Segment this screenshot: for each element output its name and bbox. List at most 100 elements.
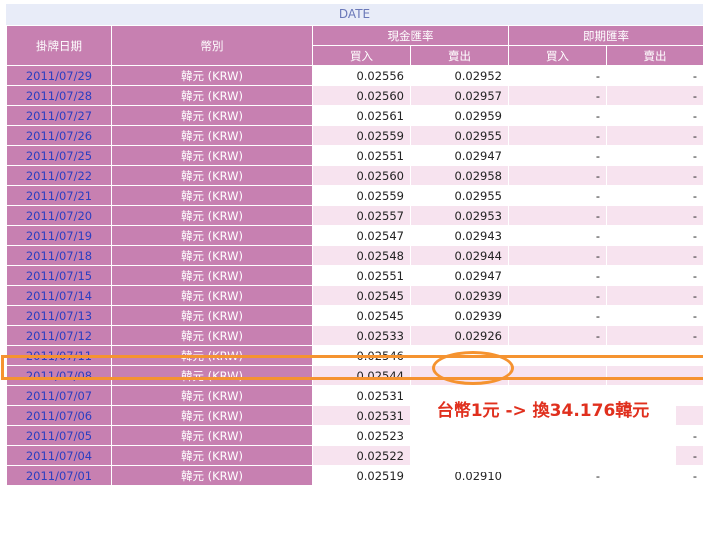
date-header-bar: DATE: [6, 4, 703, 25]
spot-sell-cell: -: [606, 145, 703, 166]
spot-sell-cell: -: [606, 105, 703, 126]
spot-sell-cell: -: [606, 245, 703, 266]
currency-cell: 韓元 (KRW): [111, 205, 313, 226]
table-row: 2011/07/26 韓元 (KRW) 0.02559 0.02955- -: [6, 125, 703, 146]
cash-buy-cell: 0.02560: [312, 85, 411, 106]
date-link[interactable]: 2011/07/27: [6, 105, 112, 126]
cash-sell-cell: 0.02953: [410, 205, 509, 226]
currency-cell: 韓元 (KRW): [111, 385, 313, 406]
spot-sell-cell: -: [606, 265, 703, 286]
spot-sell-cell: -: [606, 325, 703, 346]
col-header-spot-buy: 買入: [508, 45, 607, 66]
table-row: 2011/07/08 韓元 (KRW) 0.02544: [6, 365, 703, 386]
cash-buy-cell: 0.02544: [312, 365, 411, 386]
spot-sell-cell: -: [606, 205, 703, 226]
date-link[interactable]: 2011/07/29: [6, 65, 112, 86]
date-link[interactable]: 2011/07/04: [6, 445, 112, 466]
cash-sell-cell: 0.02958: [410, 165, 509, 186]
date-link[interactable]: 2011/07/07: [6, 385, 112, 406]
table-row: 2011/07/19 韓元 (KRW) 0.02547 0.02943- -: [6, 225, 703, 246]
currency-cell: 韓元 (KRW): [111, 305, 313, 326]
date-link[interactable]: 2011/07/22: [6, 165, 112, 186]
date-link[interactable]: 2011/07/28: [6, 85, 112, 106]
currency-cell: 韓元 (KRW): [111, 185, 313, 206]
cash-buy-cell: 0.02559: [312, 185, 411, 206]
cash-buy-cell: 0.02546: [312, 345, 411, 366]
spot-sell-cell: -: [606, 125, 703, 146]
table-row: 2011/07/13 韓元 (KRW) 0.02545 0.02939- -: [6, 305, 703, 326]
cash-sell-cell: 0.02939: [410, 285, 509, 306]
table-row: 2011/07/21 韓元 (KRW) 0.02559 0.02955- -: [6, 185, 703, 206]
spot-buy-cell: -: [508, 225, 607, 246]
spot-buy-cell: -: [508, 125, 607, 146]
spot-sell-cell: -: [606, 185, 703, 206]
spot-sell-cell: -: [606, 165, 703, 186]
cash-buy-cell: 0.02561: [312, 105, 411, 126]
cash-buy-cell: 0.02533: [312, 325, 411, 346]
spot-sell-cell: -: [606, 285, 703, 306]
currency-cell: 韓元 (KRW): [111, 425, 313, 446]
date-link[interactable]: 2011/07/19: [6, 225, 112, 246]
spot-buy-cell: [508, 345, 607, 366]
date-link[interactable]: 2011/07/14: [6, 285, 112, 306]
date-link[interactable]: 2011/07/15: [6, 265, 112, 286]
date-link[interactable]: 2011/07/25: [6, 145, 112, 166]
spot-buy-cell: -: [508, 325, 607, 346]
col-header-spot-sell: 賣出: [606, 45, 703, 66]
date-link[interactable]: 2011/07/26: [6, 125, 112, 146]
spot-buy-cell: -: [508, 245, 607, 266]
cash-buy-cell: 0.02522: [312, 445, 411, 466]
cash-buy-cell: 0.02557: [312, 205, 411, 226]
spot-buy-cell: -: [508, 85, 607, 106]
date-link[interactable]: 2011/07/21: [6, 185, 112, 206]
currency-cell: 韓元 (KRW): [111, 225, 313, 246]
cash-buy-cell: 0.02523: [312, 425, 411, 446]
col-header-cash-buy: 買入: [312, 45, 411, 66]
date-link[interactable]: 2011/07/20: [6, 205, 112, 226]
date-link[interactable]: 2011/07/18: [6, 245, 112, 266]
spot-sell-cell: -: [606, 65, 703, 86]
cash-sell-cell: 0.02947: [410, 265, 509, 286]
table-row: 2011/07/14 韓元 (KRW) 0.02545 0.02939- -: [6, 285, 703, 306]
exchange-rate-page: DATE 掛牌日期 幣別 現金匯率 即期匯率 買入 賣出 買入 賣出 2011/…: [0, 0, 703, 536]
spot-buy-cell: -: [508, 285, 607, 306]
spot-sell-cell: -: [606, 305, 703, 326]
cash-buy-cell: 0.02531: [312, 385, 411, 406]
date-link[interactable]: 2011/07/11: [6, 345, 112, 366]
date-link[interactable]: 2011/07/05: [6, 425, 112, 446]
date-link[interactable]: 2011/07/12: [6, 325, 112, 346]
cash-sell-cell: 0.02944: [410, 245, 509, 266]
table-row: 2011/07/20 韓元 (KRW) 0.02557 0.02953- -: [6, 205, 703, 226]
cash-sell-cell: 0.02955: [410, 125, 509, 146]
cash-sell-cell: 0.02947: [410, 145, 509, 166]
table-row: 2011/07/11 韓元 (KRW) 0.02546: [6, 345, 703, 366]
spot-buy-cell: -: [508, 165, 607, 186]
currency-cell: 韓元 (KRW): [111, 125, 313, 146]
spot-sell-cell: -: [606, 225, 703, 246]
currency-cell: 韓元 (KRW): [111, 465, 313, 486]
currency-cell: 韓元 (KRW): [111, 325, 313, 346]
cash-sell-cell: 0.02952: [410, 65, 509, 86]
cash-buy-cell: 0.02545: [312, 305, 411, 326]
table-row: 2011/07/25 韓元 (KRW) 0.02551 0.02947- -: [6, 145, 703, 166]
date-link[interactable]: 2011/07/01: [6, 465, 112, 486]
currency-cell: 韓元 (KRW): [111, 285, 313, 306]
cash-buy-cell: 0.02556: [312, 65, 411, 86]
currency-cell: 韓元 (KRW): [111, 265, 313, 286]
currency-cell: 韓元 (KRW): [111, 145, 313, 166]
currency-cell: 韓元 (KRW): [111, 445, 313, 466]
date-link[interactable]: 2011/07/13: [6, 305, 112, 326]
cash-sell-cell: 0.02939: [410, 305, 509, 326]
currency-cell: 韓元 (KRW): [111, 245, 313, 266]
currency-cell: 韓元 (KRW): [111, 65, 313, 86]
table-row: 2011/07/18 韓元 (KRW) 0.02548 0.02944- -: [6, 245, 703, 266]
cash-buy-cell: 0.02519: [312, 465, 411, 486]
currency-cell: 韓元 (KRW): [111, 405, 313, 426]
date-link[interactable]: 2011/07/08: [6, 365, 112, 386]
spot-buy-cell: -: [508, 105, 607, 126]
currency-cell: 韓元 (KRW): [111, 105, 313, 126]
col-header-currency: 幣別: [111, 25, 313, 66]
spot-buy-cell: [508, 365, 607, 386]
date-link[interactable]: 2011/07/06: [6, 405, 112, 426]
spot-buy-cell: -: [508, 145, 607, 166]
